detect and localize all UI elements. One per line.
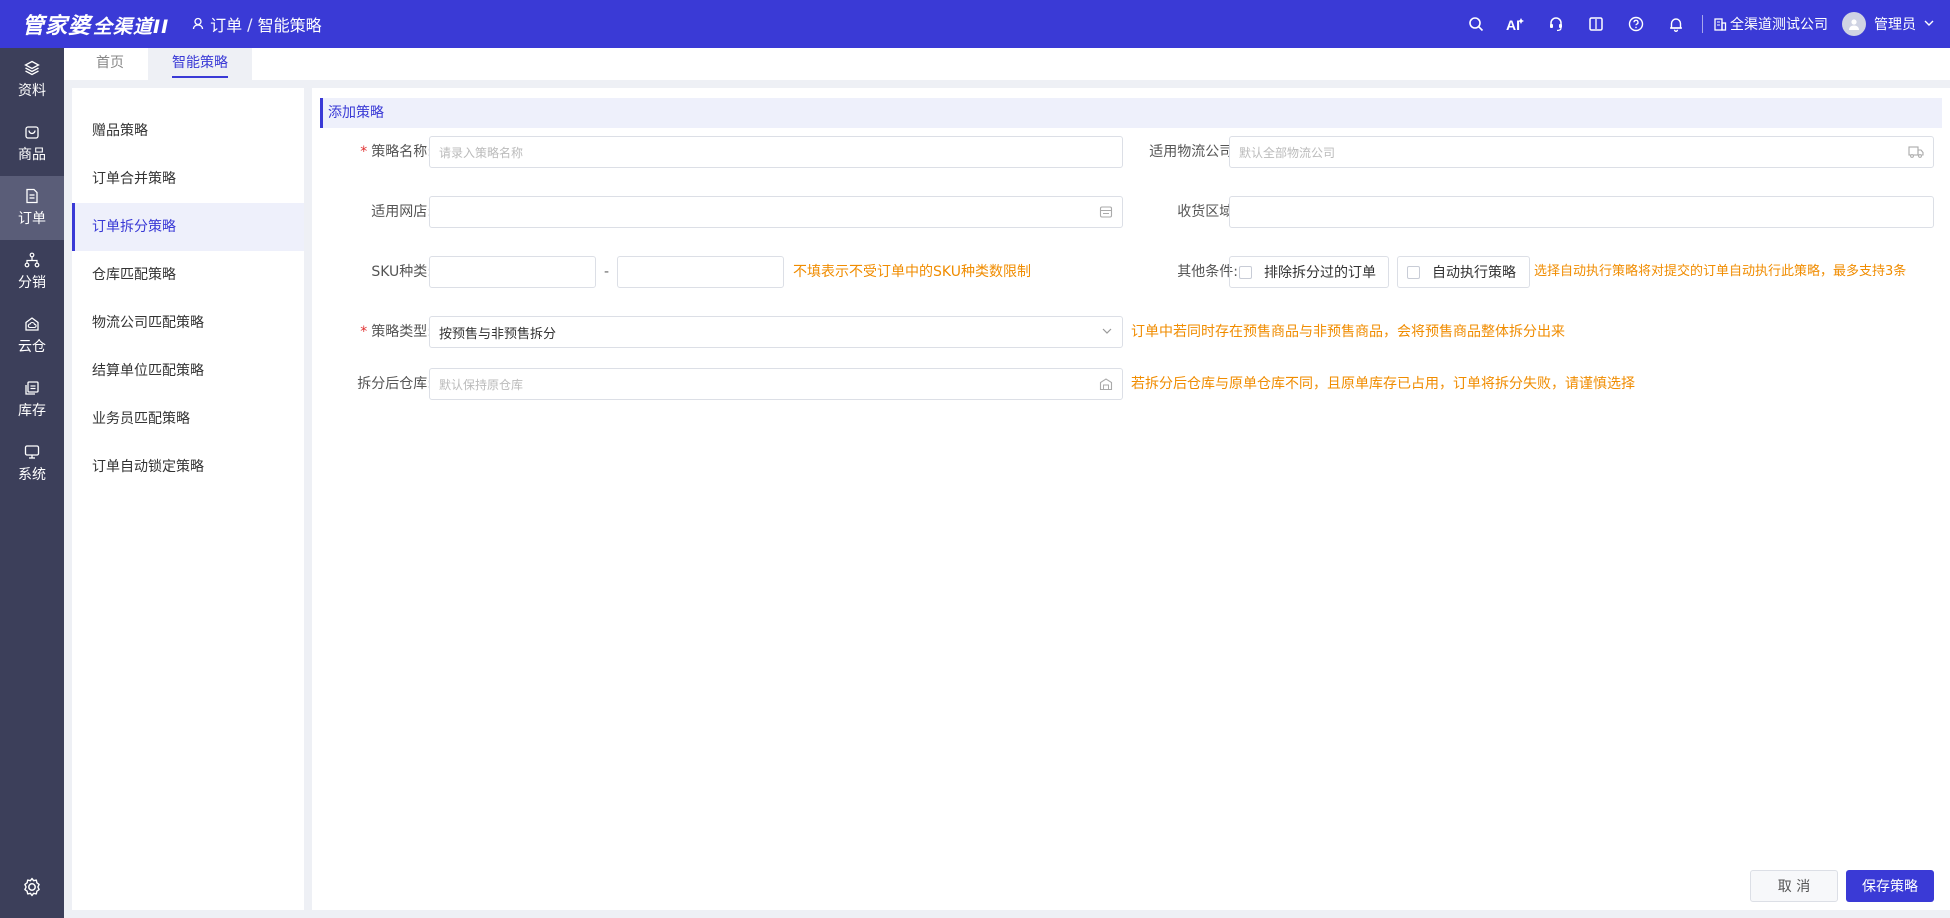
- menu-item-salesperson-match[interactable]: 业务员匹配策略: [72, 395, 304, 443]
- rail-item-distribution[interactable]: 分销: [0, 240, 64, 304]
- avatar: [1842, 12, 1866, 36]
- main-nav-rail: 资料 商品 订单 分销 云仓 库存 系统: [0, 48, 64, 918]
- rail-item-inventory[interactable]: 库存: [0, 368, 64, 432]
- strategy-type-select[interactable]: 按预售与非预售拆分: [429, 316, 1123, 348]
- ai-assistant-icon[interactable]: AI: [1496, 0, 1536, 48]
- tab-home[interactable]: 首页: [96, 48, 124, 80]
- save-strategy-button[interactable]: 保存策略: [1846, 870, 1934, 902]
- location-icon: [191, 15, 205, 34]
- strategy-name-label: * 策略名称:: [360, 144, 432, 160]
- online-shop-label: 适用网店:: [371, 204, 432, 220]
- svg-text:AI: AI: [1506, 17, 1520, 33]
- sku-hint: 不填表示不受订单中的SKU种类数限制: [793, 264, 1031, 280]
- chevron-down-icon: [1101, 325, 1113, 341]
- notification-bell-icon[interactable]: [1656, 0, 1696, 48]
- cloud-warehouse-icon: [25, 317, 39, 331]
- rail-item-data[interactable]: 资料: [0, 48, 64, 112]
- tab-smart-strategy[interactable]: 智能策略: [148, 48, 252, 80]
- logistics-company-input[interactable]: 默认全部物流公司: [1229, 136, 1934, 168]
- manual-book-icon[interactable]: [1576, 0, 1616, 48]
- help-icon[interactable]: [1616, 0, 1656, 48]
- menu-item-warehouse-match[interactable]: 仓库匹配策略: [72, 251, 304, 299]
- strategy-menu: 赠品策略 订单合并策略 订单拆分策略 仓库匹配策略 物流公司匹配策略 结算单位匹…: [72, 88, 304, 910]
- breadcrumb-item-current: 智能策略: [257, 16, 322, 35]
- menu-item-settlement-match[interactable]: 结算单位匹配策略: [72, 347, 304, 395]
- logistics-company-label: 适用物流公司:: [1149, 144, 1238, 160]
- menu-item-split-strategy[interactable]: 订单拆分策略: [72, 203, 304, 251]
- strategy-name-input[interactable]: 请录入策略名称: [429, 136, 1123, 168]
- sku-min-input[interactable]: [429, 256, 596, 288]
- required-mark: *: [360, 324, 368, 340]
- customer-service-icon[interactable]: [1536, 0, 1576, 48]
- split-warehouse-label: 拆分后仓库:: [357, 376, 432, 392]
- sku-max-input[interactable]: [617, 256, 784, 288]
- product-icon: [25, 126, 39, 139]
- company-name: 全渠道测试公司: [1730, 17, 1828, 33]
- sku-type-label: SKU种类:: [371, 264, 432, 280]
- truck-icon[interactable]: [1908, 145, 1924, 163]
- chevron-down-icon: [1924, 16, 1934, 32]
- rail-item-cloud-warehouse[interactable]: 云仓: [0, 304, 64, 368]
- inventory-icon: [25, 381, 39, 395]
- rail-label: 商品: [18, 147, 46, 163]
- menu-item-logistics-match[interactable]: 物流公司匹配策略: [72, 299, 304, 347]
- app-logo[interactable]: 管家婆 全渠道II: [22, 8, 169, 40]
- rail-label: 资料: [18, 83, 46, 99]
- strategy-form-panel: 添加策略 * 策略名称: 请录入策略名称 适用物流公司: 默认全部物流公司 适用网…: [312, 88, 1950, 910]
- settings-gear-icon[interactable]: [21, 876, 43, 902]
- online-shop-input[interactable]: [429, 196, 1123, 228]
- page-tabs: 首页 智能策略: [64, 48, 1950, 80]
- rail-label: 分销: [18, 275, 46, 291]
- other-conditions-label: 其他条件:: [1177, 264, 1238, 280]
- menu-item-gift-strategy[interactable]: 赠品策略: [72, 107, 304, 155]
- required-mark: *: [360, 144, 368, 160]
- strategy-type-label: * 策略类型:: [360, 324, 432, 340]
- checkbox-box: [1407, 265, 1420, 279]
- delivery-region-label: 收货区域:: [1177, 204, 1238, 220]
- user-name: 管理员: [1874, 17, 1916, 33]
- rail-label: 云仓: [18, 339, 46, 355]
- rail-item-system[interactable]: 系统: [0, 432, 64, 496]
- split-warehouse-hint: 若拆分后仓库与原单仓库不同，且原单库存已占用，订单将拆分失败，请谨慎选择: [1131, 376, 1635, 392]
- checkbox-box: [1239, 265, 1252, 279]
- building-icon: [1714, 18, 1727, 31]
- rail-label: 库存: [18, 403, 46, 419]
- exclude-split-orders-checkbox[interactable]: 排除拆分过的订单: [1229, 256, 1389, 288]
- order-icon: [26, 188, 38, 204]
- delivery-region-input[interactable]: [1229, 196, 1934, 228]
- strategy-type-hint: 订单中若同时存在预售商品与非预售商品，会将预售商品整体拆分出来: [1131, 324, 1565, 340]
- split-warehouse-input[interactable]: 默认保持原仓库: [429, 368, 1123, 400]
- cancel-button[interactable]: 取 消: [1750, 870, 1838, 902]
- toolbar-divider: [1702, 15, 1703, 33]
- breadcrumb-item-order[interactable]: 订单: [210, 12, 242, 36]
- layers-icon: [24, 60, 40, 76]
- menu-item-auto-lock[interactable]: 订单自动锁定策略: [72, 443, 304, 491]
- company-switcher[interactable]: 全渠道测试公司: [1713, 14, 1828, 34]
- top-bar: 管家婆 全渠道II 订单 / 智能策略 AI 全渠道测试公司 管理员: [0, 0, 1950, 48]
- rail-item-orders[interactable]: 订单: [0, 176, 64, 240]
- search-icon[interactable]: [1456, 0, 1496, 48]
- top-toolbar: AI 全渠道测试公司 管理员: [1456, 0, 1934, 48]
- rail-label: 系统: [18, 467, 46, 483]
- section-title: 添加策略: [320, 98, 1942, 128]
- rail-item-products[interactable]: 商品: [0, 112, 64, 176]
- breadcrumb: 订单 / 智能策略: [191, 12, 322, 36]
- auto-execute-checkbox[interactable]: 自动执行策略: [1397, 256, 1530, 288]
- auto-execute-hint: 选择自动执行策略将对提交的订单自动执行此策略，最多支持3条: [1534, 264, 1907, 279]
- rail-label: 订单: [18, 211, 46, 227]
- distribution-icon: [24, 252, 40, 268]
- monitor-icon: [24, 445, 40, 459]
- shop-icon[interactable]: [1099, 205, 1113, 223]
- menu-item-merge-strategy[interactable]: 订单合并策略: [72, 155, 304, 203]
- range-dash: -: [604, 264, 610, 280]
- warehouse-icon[interactable]: [1099, 377, 1113, 395]
- breadcrumb-separator: /: [247, 14, 253, 34]
- user-menu[interactable]: 管理员: [1842, 12, 1934, 36]
